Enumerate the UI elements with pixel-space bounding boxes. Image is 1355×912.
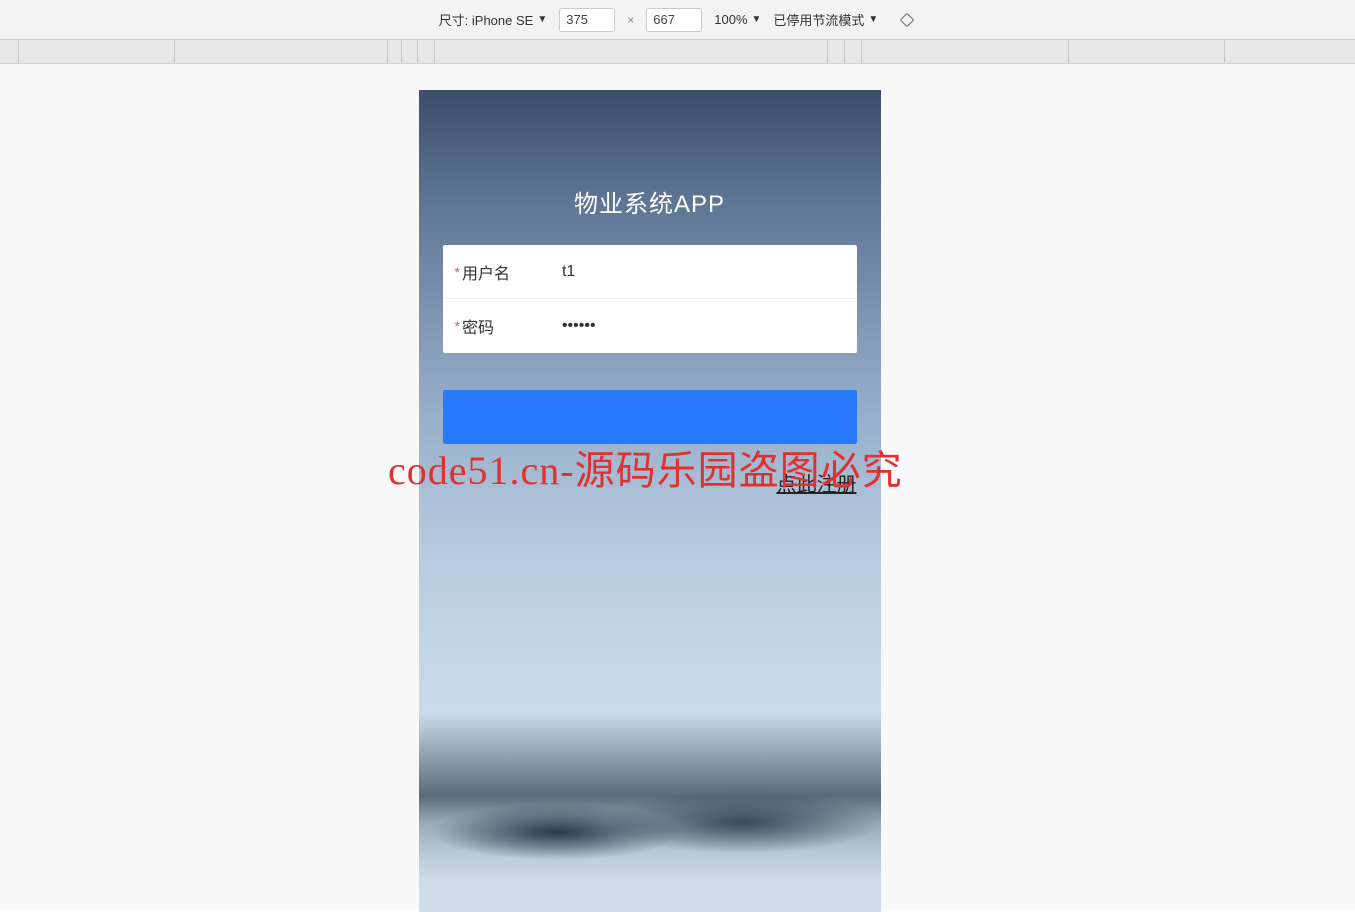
width-input[interactable] [559,8,615,32]
chevron-down-icon: ▼ [752,14,762,25]
username-label: 用户名 [462,260,562,284]
username-input[interactable] [562,263,845,281]
device-size-selector[interactable]: 尺寸: iPhone SE ▼ [439,10,548,29]
required-mark: * [455,264,460,280]
throttle-label: 已停用节流模式 [773,10,864,29]
required-mark: * [455,318,460,334]
throttle-selector[interactable]: 已停用节流模式 ▼ [773,10,878,29]
device-frame: 物业系统APP * 用户名 * 密码 点此注册 [419,90,881,912]
password-input[interactable] [562,317,845,335]
devtools-toolbar: 尺寸: iPhone SE ▼ × 100% ▼ 已停用节流模式 ▼ [0,0,1355,40]
device-size-label: 尺寸: iPhone SE [439,10,534,29]
zoom-value: 100% [714,12,747,27]
chevron-down-icon: ▼ [537,14,547,25]
rotate-icon[interactable] [898,11,916,29]
height-input[interactable] [646,8,702,32]
login-form: * 用户名 * 密码 [443,245,857,353]
app-title: 物业系统APP [419,184,881,219]
tab-strip [0,40,1355,64]
username-row: * 用户名 [443,245,857,299]
password-label: 密码 [462,314,562,338]
chevron-down-icon: ▼ [868,14,878,25]
password-row: * 密码 [443,299,857,353]
zoom-selector[interactable]: 100% ▼ [714,12,761,27]
login-button[interactable] [443,390,857,444]
dimension-separator: × [627,13,634,27]
watermark-text: code51.cn-源码乐园盗图必究 [388,438,903,496]
